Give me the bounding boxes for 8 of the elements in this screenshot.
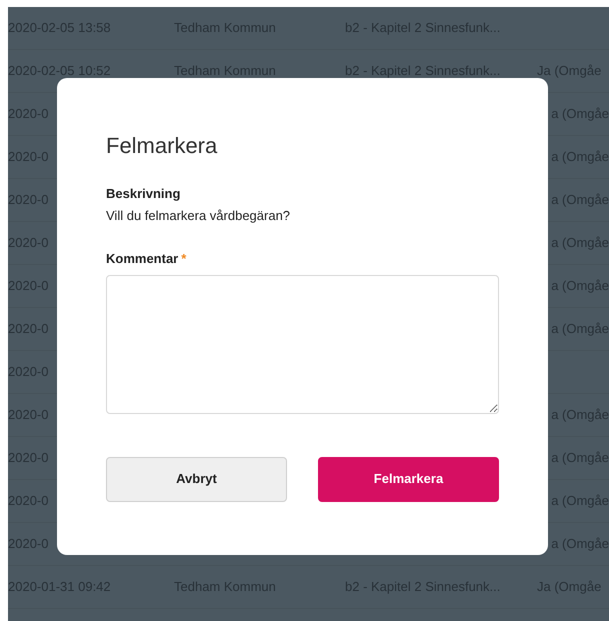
confirm-button[interactable]: Felmarkera xyxy=(318,456,499,502)
comment-field[interactable] xyxy=(106,274,499,414)
comment-label: Kommentar xyxy=(106,250,178,268)
description-text: Vill du felmarkera vårdbegäran? xyxy=(106,206,292,225)
dialog-title: Felmarkera xyxy=(106,132,218,160)
description-label: Beskrivning xyxy=(106,185,182,203)
required-mark: * xyxy=(181,250,186,268)
cancel-button[interactable]: Avbryt xyxy=(106,456,287,502)
